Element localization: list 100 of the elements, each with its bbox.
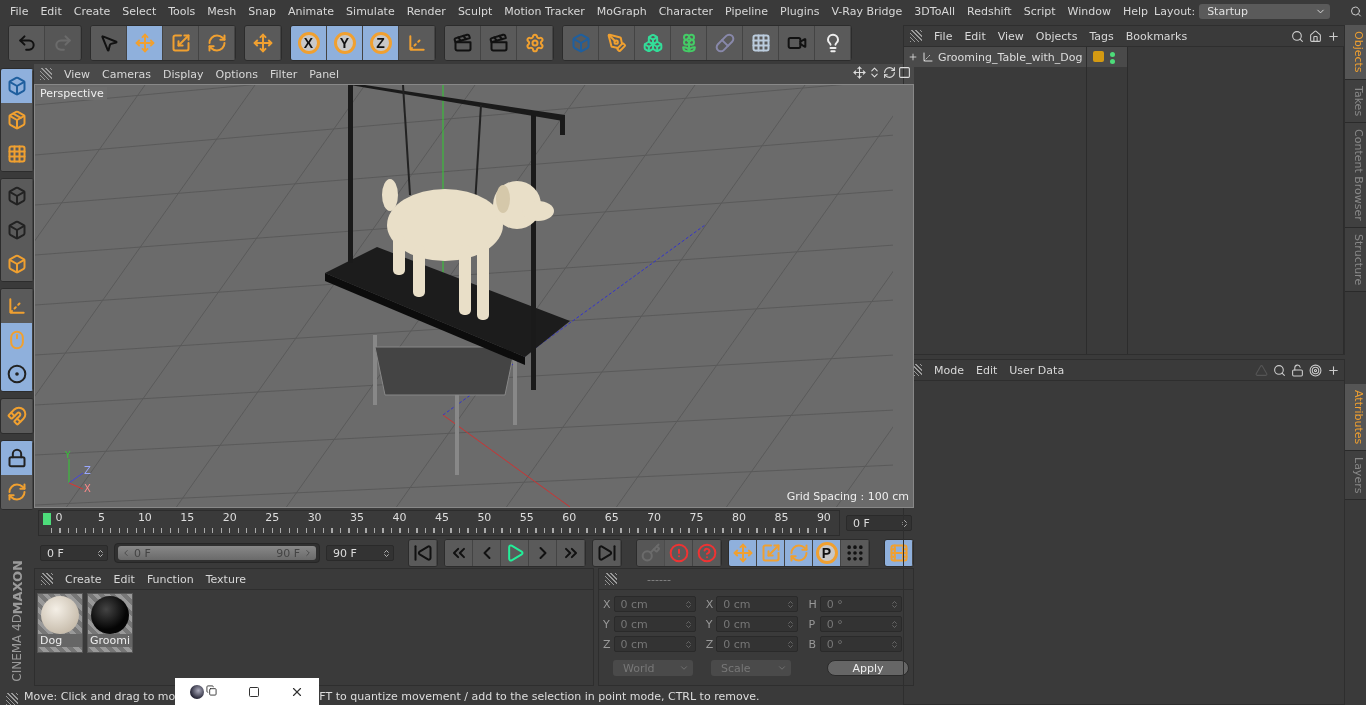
record-button[interactable] xyxy=(665,540,693,566)
grid-plane-button[interactable] xyxy=(1,137,33,171)
orbit-icon[interactable] xyxy=(883,66,896,79)
axis-corner-button[interactable] xyxy=(1,289,33,323)
spinner-arrows-icon[interactable] xyxy=(900,518,909,528)
menu-item[interactable]: V-Ray Bridge xyxy=(825,4,909,18)
menu-item[interactable]: 3DToAll xyxy=(908,4,961,18)
dots-grid-button[interactable] xyxy=(841,540,869,566)
side-tab[interactable]: Objects xyxy=(1345,25,1366,80)
axis-letter-button[interactable]: Y xyxy=(327,26,363,60)
menu-item[interactable]: Cameras xyxy=(96,67,157,81)
menu-item[interactable]: Mesh xyxy=(201,4,243,18)
menu-item[interactable]: Objects xyxy=(1029,29,1084,43)
axis-letter-button[interactable]: Z xyxy=(363,26,399,60)
menu-item[interactable]: Plugins xyxy=(774,4,826,18)
current-frame-field[interactable]: 0 F xyxy=(846,515,912,531)
question-button[interactable] xyxy=(693,540,721,566)
menu-item[interactable]: User Data xyxy=(1003,363,1071,377)
menu-item[interactable]: Window xyxy=(1061,4,1117,18)
move-arrows-button[interactable] xyxy=(245,26,281,60)
menu-item[interactable]: Panel xyxy=(303,67,345,81)
menu-item[interactable]: Edit xyxy=(107,572,141,586)
axis-button[interactable] xyxy=(399,26,435,60)
target-icon[interactable] xyxy=(1309,363,1322,377)
skip-back-button[interactable] xyxy=(409,540,437,566)
step-back-button[interactable] xyxy=(473,540,501,566)
axis-letter-button[interactable]: X xyxy=(291,26,327,60)
end-frame-field[interactable]: 90 F xyxy=(326,545,394,561)
menu-item[interactable]: Create xyxy=(67,4,117,18)
rotate-arrows-button[interactable] xyxy=(785,540,813,566)
flower-button[interactable] xyxy=(671,26,707,60)
start-frame-field[interactable]: 0 F xyxy=(40,545,108,561)
menu-item[interactable]: Help xyxy=(1116,4,1155,18)
menu-item[interactable]: View xyxy=(991,29,1030,43)
mouse-button[interactable] xyxy=(1,323,33,357)
menu-item[interactable]: Texture xyxy=(199,572,252,586)
search-icon[interactable] xyxy=(1350,4,1362,18)
lock-icon[interactable] xyxy=(1291,363,1304,377)
expand-icon[interactable] xyxy=(908,52,918,62)
cursor-button[interactable] xyxy=(91,26,127,60)
clapperboard-button[interactable] xyxy=(445,26,481,60)
timeline-ruler[interactable]: 0 5 10 15 20 25 30 35 40 45 50 55 60 65 70 75 80 85 90 xyxy=(38,510,840,536)
menu-item[interactable]: View xyxy=(58,67,97,81)
menu-item[interactable]: Edit xyxy=(970,363,1004,377)
menu-item[interactable]: Snap xyxy=(242,4,282,18)
menu-item[interactable]: Function xyxy=(140,572,200,586)
pen-button[interactable] xyxy=(599,26,635,60)
minimized-window[interactable] xyxy=(175,678,320,705)
floor-grid-button[interactable] xyxy=(743,26,779,60)
menu-item[interactable]: Tags xyxy=(1083,29,1120,43)
material-swatch[interactable]: Dog xyxy=(37,593,83,653)
spinner-arrows-icon[interactable] xyxy=(382,548,391,558)
next-key-button[interactable] xyxy=(557,540,585,566)
solo-button[interactable] xyxy=(1,357,33,391)
layout-dropdown[interactable]: Startup xyxy=(1199,3,1331,19)
lock-grid-button[interactable] xyxy=(1,441,33,475)
magnet-button[interactable] xyxy=(1,399,33,433)
new-panel-icon[interactable] xyxy=(1327,363,1340,377)
axis-letter-button[interactable]: P xyxy=(813,540,841,566)
menu-item[interactable]: Script xyxy=(1017,4,1062,18)
cube-face-button[interactable] xyxy=(1,247,33,281)
search-icon[interactable] xyxy=(1291,29,1304,43)
move-arrows-button[interactable] xyxy=(127,26,163,60)
menu-item[interactable]: Redshift xyxy=(961,4,1018,18)
menu-item[interactable]: Motion Tracker xyxy=(498,4,591,18)
menu-item[interactable]: Simulate xyxy=(340,4,401,18)
menu-item[interactable]: File xyxy=(928,29,959,43)
previous-key-button[interactable] xyxy=(445,540,473,566)
cube-button[interactable] xyxy=(1,69,33,103)
maximize-view-icon[interactable] xyxy=(898,66,911,79)
new-panel-icon[interactable] xyxy=(1327,29,1340,43)
package-cube-button[interactable] xyxy=(1,103,33,137)
maximize-icon[interactable] xyxy=(247,686,260,698)
menu-item[interactable]: Display xyxy=(157,67,210,81)
scale-button[interactable] xyxy=(163,26,199,60)
menu-item[interactable]: Create xyxy=(59,572,108,586)
side-tab[interactable]: Attributes xyxy=(1345,383,1366,451)
play-button[interactable] xyxy=(501,540,529,566)
visibility-dots-icon[interactable] xyxy=(1110,52,1115,64)
menu-item[interactable]: Pipeline xyxy=(719,4,775,18)
menu-item[interactable]: Animate xyxy=(282,4,341,18)
menu-item[interactable]: MoGraph xyxy=(590,4,653,18)
pan-icon[interactable] xyxy=(853,66,866,79)
move-arrows-button[interactable] xyxy=(729,540,757,566)
undo-arrow-button[interactable] xyxy=(9,26,45,60)
cube-button[interactable] xyxy=(635,26,671,60)
home-icon[interactable] xyxy=(1309,29,1322,43)
clapperboard-button[interactable] xyxy=(481,26,517,60)
grid-refresh-button[interactable] xyxy=(1,475,33,509)
skip-forward-button[interactable] xyxy=(593,540,621,566)
menu-item[interactable]: Edit xyxy=(958,29,992,43)
object-row[interactable]: Grooming_Table_with_Dog xyxy=(904,47,1086,67)
material-swatch[interactable]: Groomi xyxy=(87,593,133,653)
menu-item[interactable]: Mode xyxy=(928,363,970,377)
menu-item[interactable]: Character xyxy=(652,4,719,18)
light-bulb-button[interactable] xyxy=(815,26,851,60)
restore-icon[interactable] xyxy=(206,685,218,696)
rotate-arrows-button[interactable] xyxy=(199,26,235,60)
scale-button[interactable] xyxy=(757,540,785,566)
gear-button[interactable] xyxy=(517,26,553,60)
